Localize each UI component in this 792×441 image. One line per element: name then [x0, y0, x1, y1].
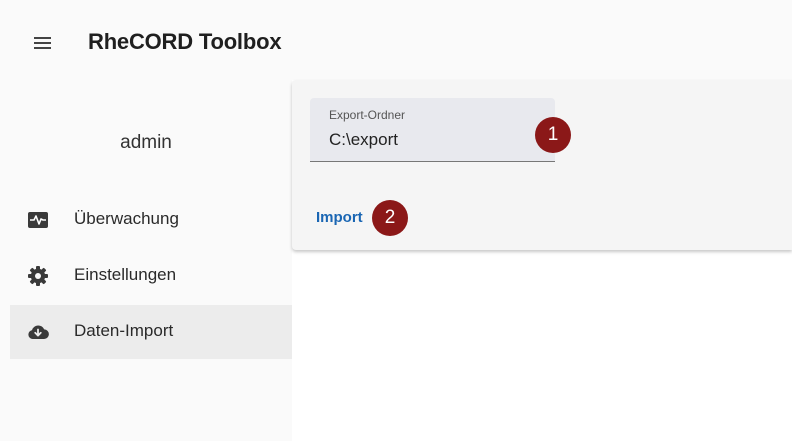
gear-icon [28, 266, 48, 286]
export-folder-field[interactable]: Export-Ordner C:\export [310, 98, 555, 162]
sidebar-item-label: Überwachung [74, 209, 179, 228]
menu-icon[interactable] [33, 35, 53, 51]
export-card: Export-Ordner C:\export Import [292, 80, 792, 250]
app-title: RheCORD Toolbox [88, 29, 282, 54]
sidebar-item-daten-import[interactable]: Daten-Import [10, 305, 292, 359]
sidebar: admin Überwachung Einstellungen Daten-Im… [0, 80, 292, 441]
sidebar-item-ueberwachung[interactable]: Überwachung [10, 193, 292, 247]
app-header: RheCORD Toolbox [0, 0, 792, 80]
cloud-download-icon [28, 325, 49, 340]
sidebar-item-label: Daten-Import [74, 321, 174, 340]
sidebar-item-einstellungen[interactable]: Einstellungen [10, 249, 292, 303]
annotation-badge-1: 1 [535, 117, 571, 153]
user-name: admin [120, 132, 172, 153]
monitor-heartbeat-icon [28, 212, 48, 228]
sidebar-item-label: Einstellungen [74, 265, 177, 284]
export-folder-input[interactable]: C:\export [329, 130, 398, 150]
export-folder-label: Export-Ordner [329, 108, 406, 122]
import-button[interactable]: Import [316, 209, 363, 226]
annotation-badge-2: 2 [372, 200, 408, 236]
